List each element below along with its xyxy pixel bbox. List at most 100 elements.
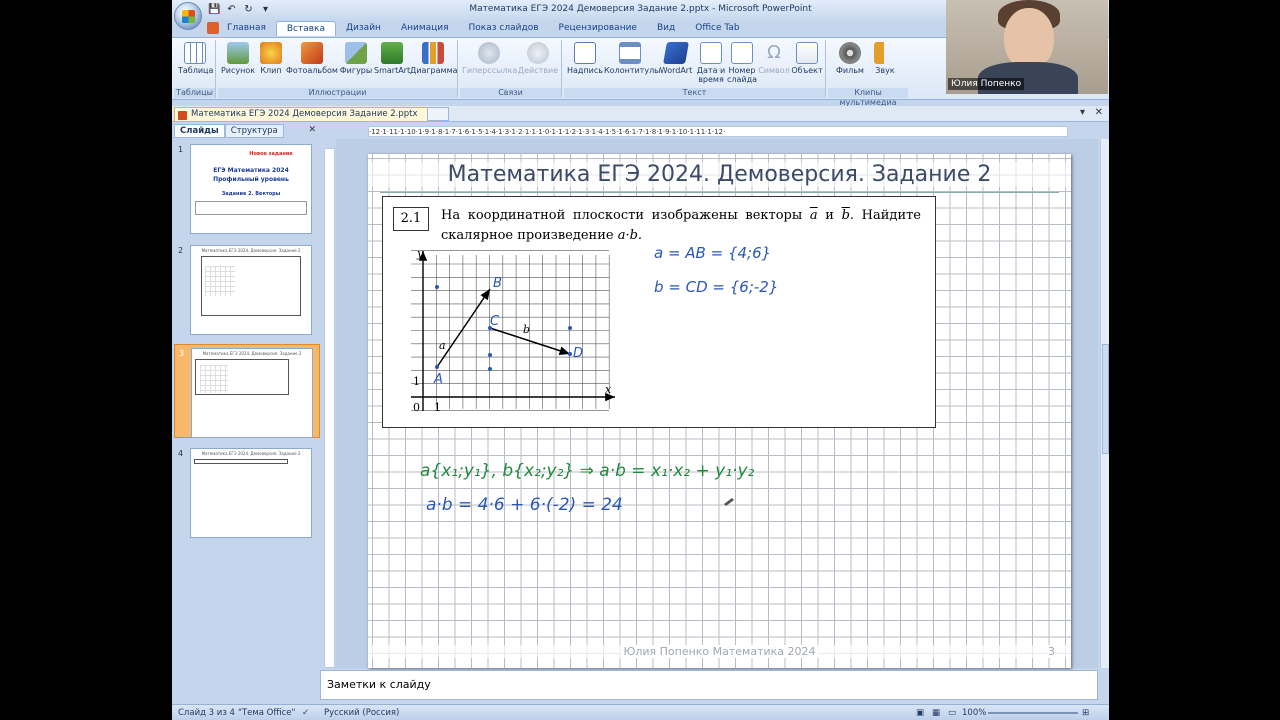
pptx-file-icon <box>178 111 187 120</box>
movie-button[interactable]: Фильм <box>832 42 868 75</box>
group-illustrations: Рисунок Клип Фотоальбом Фигуры SmartArt … <box>218 40 458 98</box>
handwritten-vector-b: b = CD = {6;-2} <box>654 278 778 296</box>
view-slideshow-icon[interactable]: ▭ <box>948 708 956 718</box>
film-reel-icon <box>839 42 861 64</box>
handwritten-vector-a: a = AB = {4;6} <box>654 244 771 262</box>
datetime-button[interactable]: Дата и время <box>696 42 726 84</box>
hyperlink-button[interactable]: Гиперссылка <box>462 42 517 75</box>
slide-thumbnail-4[interactable]: 4 Математика ЕГЭ 2024. Демоверсия. Задан… <box>174 445 320 539</box>
office-button[interactable] <box>174 2 202 30</box>
group-media: Фильм Звук Клипы мультимедиа <box>828 40 908 107</box>
shapes-icon <box>345 42 367 64</box>
undo-icon[interactable]: ↶ <box>225 3 238 16</box>
handwritten-formula: a{x₁;y₁}, b{x₂;y₂} ⇒ a·b = x₁·x₂ + y₁·y₂ <box>420 461 754 481</box>
hash-icon <box>731 42 753 64</box>
pen-cursor-icon <box>724 498 734 506</box>
presenter-name: Юлия Попенко <box>948 78 1025 90</box>
slide-canvas[interactable]: Математика ЕГЭ 2024. Демоверсия. Задание… <box>368 154 1071 668</box>
slide-notes[interactable]: Заметки к слайду <box>320 670 1098 700</box>
speaker-icon <box>874 42 896 64</box>
textbox-button[interactable]: Надпись <box>566 42 604 75</box>
shapes-button[interactable]: Фигуры <box>338 42 374 75</box>
table-button[interactable]: Таблица <box>178 42 213 75</box>
wordart-icon <box>663 42 689 64</box>
close-document-icon[interactable]: ✕ <box>1095 107 1103 118</box>
group-tables: Таблица Таблицы <box>174 40 216 98</box>
presenter-face <box>1004 8 1054 70</box>
quick-access-toolbar: 💾 ↶ ↻ ▾ <box>208 3 272 16</box>
fit-slide-icon[interactable]: ⊞ <box>1082 708 1089 718</box>
action-button[interactable]: Действие <box>516 42 560 75</box>
tab-design[interactable]: Дизайн <box>336 21 391 36</box>
tab-slides[interactable]: Слайды <box>174 124 225 138</box>
sound-button[interactable]: Звук <box>868 42 902 75</box>
clip-icon <box>260 42 282 64</box>
scroll-thumb[interactable] <box>1102 344 1109 454</box>
object-button[interactable]: Объект <box>790 42 824 75</box>
tab-slideshow[interactable]: Показ слайдов <box>459 21 549 36</box>
zoom-slider[interactable] <box>988 712 1078 714</box>
webcam-overlay: Юлия Попенко <box>946 0 1108 94</box>
tab-home[interactable]: Главная <box>217 21 276 36</box>
table-icon <box>184 42 206 64</box>
spellcheck-icon[interactable]: ✓ <box>302 708 309 718</box>
group-links: Гиперссылка Действие Связи <box>460 40 562 98</box>
document-tab[interactable]: Математика ЕГЭ 2024 Демоверсия Задание 2… <box>174 107 445 122</box>
tab-review[interactable]: Рецензирование <box>549 21 647 36</box>
smartart-icon <box>381 42 403 64</box>
calendar-icon <box>700 42 722 64</box>
view-normal-icon[interactable]: ▣ <box>916 708 924 718</box>
globe-icon <box>478 42 500 64</box>
omega-icon: Ω <box>767 42 781 63</box>
slide-thumbnail-1[interactable]: 1 Новое задание ЕГЭ Математика 2024 Проф… <box>174 141 320 235</box>
picture-icon <box>227 42 249 64</box>
album-button[interactable]: Фотоальбом <box>286 42 338 75</box>
vertical-scrollbar[interactable] <box>1100 139 1109 668</box>
thumb-canvas: Математика ЕГЭ 2024. Демоверсия. Задание… <box>191 348 313 438</box>
chart-button[interactable]: Диаграмма <box>410 42 458 75</box>
save-icon[interactable]: 💾 <box>208 3 221 16</box>
handwritten-solution: a·b = 4·6 + 6·(-2) = 24 <box>426 495 623 515</box>
wordart-button[interactable]: WordArt <box>656 42 696 75</box>
status-bar: Слайд 3 из 4 "Тема Office" ✓ Русский (Ро… <box>172 704 1109 720</box>
document-tabs: Математика ЕГЭ 2024 Демоверсия Задание 2… <box>172 106 1109 122</box>
tab-office-tab[interactable]: Office Tab <box>685 21 749 36</box>
horizontal-ruler[interactable]: ·12·1·11·1·10·1·9·1·8·1·7·1·6·1·5·1·4·1·… <box>368 126 1068 137</box>
vertical-ruler[interactable] <box>324 148 335 668</box>
symbol-button[interactable]: Ω Символ <box>758 42 790 75</box>
slide-thumbnail-2[interactable]: 2 Математика ЕГЭ 2024. Демоверсия. Задан… <box>174 242 320 336</box>
office-logo-icon <box>182 10 195 23</box>
textbox-icon <box>574 42 596 64</box>
thumb-canvas: Новое задание ЕГЭ Математика 2024 Профил… <box>190 144 312 234</box>
slide-number-button[interactable]: Номер слайда <box>726 42 758 84</box>
album-icon <box>301 42 323 64</box>
view-sorter-icon[interactable]: ▦ <box>932 708 940 718</box>
picture-button[interactable]: Рисунок <box>220 42 256 75</box>
tab-insert[interactable]: Вставка <box>275 21 337 36</box>
header-footer-icon <box>619 42 641 64</box>
clip-button[interactable]: Клип <box>256 42 286 75</box>
slide-counter: Слайд 3 из 4 <box>178 708 235 718</box>
slide-thumbnail-3[interactable]: 3 Математика ЕГЭ 2024. Демоверсия. Задан… <box>174 344 320 438</box>
qat-dropdown-icon[interactable]: ▾ <box>259 3 272 16</box>
restore-icon[interactable]: ▾ <box>1080 107 1085 118</box>
tab-view[interactable]: Вид <box>647 21 685 36</box>
object-icon <box>796 42 818 64</box>
zoom-level[interactable]: 100% <box>962 708 986 718</box>
slide-footer[interactable]: Юлия Попенко Математика 2024 <box>368 645 1071 658</box>
group-text: Надпись Колонтитулы WordArt Дата и время … <box>564 40 826 98</box>
language[interactable]: Русский (Россия) <box>324 708 399 718</box>
smartart-button[interactable]: SmartArt <box>374 42 410 75</box>
theme-name[interactable]: "Тема Office" <box>238 708 295 718</box>
handwriting-layer: a = AB = {4;6} b = CD = {6;-2} a{x₁;y₁},… <box>420 244 778 515</box>
tab-animation[interactable]: Анимация <box>391 21 459 36</box>
chart-icon <box>422 42 444 64</box>
new-tab-button[interactable] <box>427 107 449 121</box>
slide-editing-area: Математика ЕГЭ 2024. Демоверсия. Задание… <box>336 139 1098 668</box>
action-icon <box>527 42 549 64</box>
close-pane-icon[interactable]: ✕ <box>308 125 316 135</box>
header-footer-button[interactable]: Колонтитулы <box>604 42 661 75</box>
slides-pane: Слайды Структура ✕ 1 Новое задание ЕГЭ М… <box>174 124 320 700</box>
tab-outline[interactable]: Структура <box>224 124 284 138</box>
redo-icon[interactable]: ↻ <box>242 3 255 16</box>
